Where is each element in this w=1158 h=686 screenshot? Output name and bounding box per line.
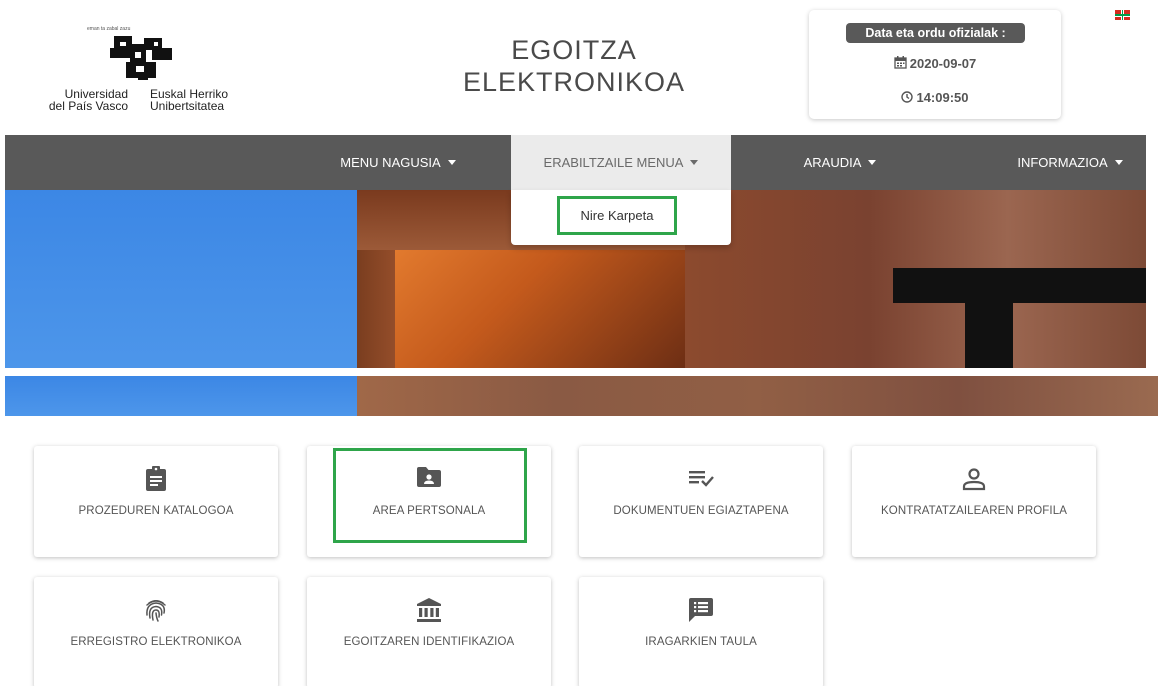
university-name-eu-line2: Unibertsitatea [150, 99, 225, 113]
site-title: EGOITZA ELEKTRONIKOA [440, 34, 708, 98]
official-time-badge: Data eta ordu ofizialak : [846, 23, 1025, 43]
official-time-value: 14:09:50 [916, 90, 969, 105]
card-label: EGOITZAREN IDENTIFIKAZIOA [343, 636, 515, 648]
caret-down-icon [868, 160, 877, 165]
university-name-es: Universidad del País Vasco [32, 88, 128, 112]
nav-informazioa-label: INFORMAZIOA [1017, 155, 1108, 170]
official-date-value: 2020-09-07 [909, 56, 977, 71]
user-menu-dropdown: Nire Karpeta [511, 190, 731, 245]
card-erregistro-elektronikoa[interactable]: ERREGISTRO ELEKTRONIKOA [34, 577, 278, 686]
caret-down-icon [690, 160, 699, 165]
card-dokumentuen-egiaztapena[interactable]: DOKUMENTUEN EGIAZTAPENA [579, 446, 823, 557]
person-icon [962, 468, 986, 491]
nav-menu-nagusia[interactable]: MENU NAGUSIA [318, 135, 478, 190]
logo-motto: eman ta zabal zazu [87, 26, 131, 32]
nav-informazioa[interactable]: INFORMAZIOA [995, 135, 1145, 190]
message-list-icon [689, 598, 713, 622]
card-label: PROZEDUREN KATALOGOA [78, 505, 234, 517]
university-emblem-icon [110, 36, 172, 80]
ikurrina-flag-icon[interactable] [1115, 10, 1130, 20]
card-prozeduren-katalogoa[interactable]: PROZEDUREN KATALOGOA [34, 446, 278, 557]
caret-down-icon [1114, 160, 1123, 165]
list-check-icon [689, 471, 714, 487]
card-label: DOKUMENTUEN EGIAZTAPENA [613, 505, 789, 517]
university-logo[interactable]: eman ta zabal zazu Universidad del País … [32, 26, 252, 122]
folder-account-icon [417, 467, 441, 487]
site-title-line2: ELEKTRONIKOA [462, 67, 686, 97]
card-iragarkien-taula[interactable]: IRAGARKIEN TAULA [579, 577, 823, 686]
hero-banner-strip [5, 376, 1158, 416]
card-label: IRAGARKIEN TAULA [645, 636, 757, 648]
clipboard-icon [146, 466, 166, 491]
card-label: AREA PERTSONALA [372, 505, 486, 517]
caret-down-icon [447, 160, 456, 165]
card-area-pertsonala[interactable]: AREA PERTSONALA [307, 446, 551, 557]
university-name-es-line2: del País Vasco [48, 99, 128, 113]
nav-araudia[interactable]: ARAUDIA [780, 135, 900, 190]
fingerprint-icon [146, 600, 166, 622]
official-date: 2020-09-07 [809, 56, 1061, 71]
card-label: ERREGISTRO ELEKTRONIKOA [70, 636, 242, 648]
card-egoitzaren-identifikazioa[interactable]: EGOITZAREN IDENTIFIKAZIOA [307, 577, 551, 686]
official-time-box: Data eta ordu ofizialak : 2020-09-07 14:… [809, 10, 1061, 119]
clock-icon [901, 91, 914, 103]
bank-icon [417, 598, 441, 622]
nav-menu-nagusia-label: MENU NAGUSIA [340, 155, 441, 170]
site-title-line1: EGOITZA [511, 35, 637, 65]
dropdown-item-nire-karpeta[interactable]: Nire Karpeta [557, 196, 677, 235]
nav-erabiltzaile-menua[interactable]: ERABILTZAILE MENUA [511, 135, 731, 190]
nav-araudia-label: ARAUDIA [803, 155, 862, 170]
official-time: 14:09:50 [809, 90, 1061, 105]
card-kontratatzailearen-profila[interactable]: KONTRATATZAILEAREN PROFILA [852, 446, 1096, 557]
card-label: KONTRATATZAILEAREN PROFILA [881, 505, 1067, 517]
main-navbar: MENU NAGUSIA ERABILTZAILE MENUA ARAUDIA … [5, 135, 1146, 190]
nav-erabiltzaile-menua-label: ERABILTZAILE MENUA [543, 155, 684, 170]
university-name-eu: Euskal Herriko Unibertsitatea [150, 88, 228, 112]
calendar-icon [894, 56, 907, 69]
